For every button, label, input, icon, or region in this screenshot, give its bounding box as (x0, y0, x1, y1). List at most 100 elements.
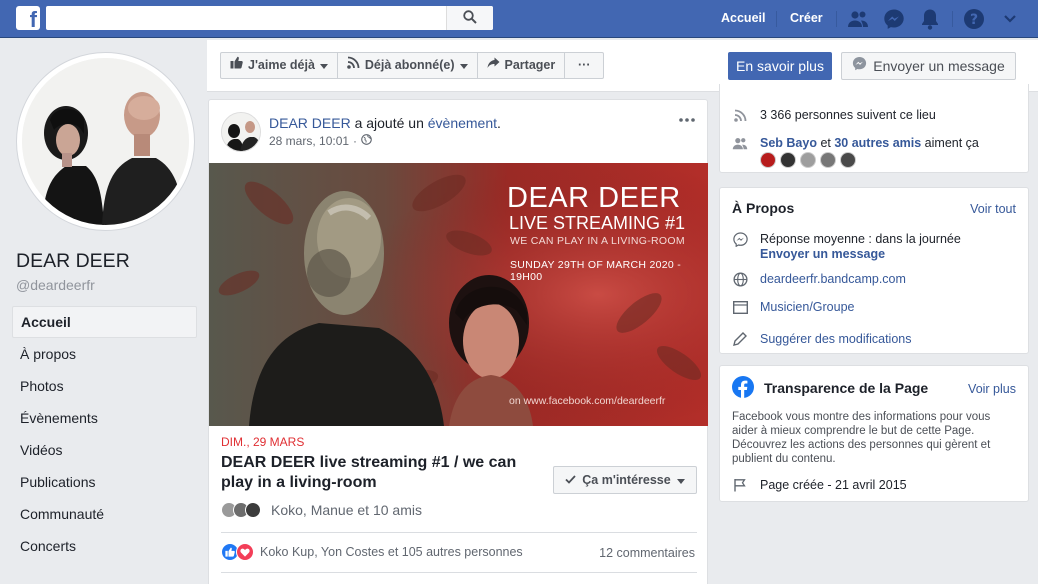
reactions-summary[interactable]: Koko Kup, Yon Costes et 105 autres perso… (221, 543, 523, 561)
search-icon (463, 9, 477, 27)
left-nav-posts[interactable]: Publications (12, 466, 197, 498)
post-options-icon[interactable] (677, 110, 697, 130)
event-cover-image[interactable]: DEAR DEER LIVE STREAMING #1 WE CAN PLAY … (209, 163, 708, 426)
top-navigation-bar: f Accueil Créer ? (0, 0, 1038, 38)
globe-icon[interactable] (361, 134, 372, 148)
messenger-icon (732, 231, 748, 247)
friends-interested-text: Koko, Manue et 10 amis (271, 502, 422, 518)
post-action-suffix: . (497, 115, 501, 131)
left-nav-about[interactable]: À propos (12, 338, 197, 370)
friend-avatar[interactable] (840, 152, 856, 168)
svg-text:?: ? (970, 12, 978, 28)
banner-date: SUNDAY 29TH OF MARCH 2020 - 19H00 (510, 259, 682, 283)
category-row: Musicien/Groupe (732, 299, 855, 315)
follow-page-button[interactable]: Déjà abonné(e) (338, 53, 478, 78)
nav-separator (952, 11, 953, 27)
reactions-text: Koko Kup, Yon Costes et 105 autres perso… (260, 545, 523, 559)
post-action-text: a ajouté un (350, 115, 428, 131)
transparency-see-more-link[interactable]: Voir plus (968, 382, 1016, 396)
website-link[interactable]: deardeerfr.bandcamp.com (760, 272, 906, 286)
left-nav-videos[interactable]: Vidéos (12, 434, 197, 466)
profile-picture[interactable] (16, 52, 195, 231)
post-divider (221, 572, 697, 573)
follow-page-label: Déjà abonné(e) (364, 58, 455, 72)
facebook-logo[interactable]: f (16, 6, 40, 30)
page-username[interactable]: @deardeerfr (16, 277, 95, 293)
search-box (46, 6, 493, 30)
learn-more-button[interactable]: En savoir plus (728, 52, 832, 80)
page-name[interactable]: DEAR DEER (16, 250, 130, 273)
messenger-icon (852, 53, 867, 79)
search-input[interactable] (46, 6, 451, 30)
category-tag-icon (732, 299, 748, 315)
friend-avatar[interactable] (800, 152, 816, 168)
interested-label: Ça m'intéresse (582, 473, 671, 487)
help-icon[interactable]: ? (962, 7, 986, 31)
nav-home-link[interactable]: Accueil (721, 0, 765, 38)
left-nav-photos[interactable]: Photos (12, 370, 197, 402)
response-time-text: Réponse moyenne : dans la journée (760, 232, 961, 246)
friend-avatar[interactable] (820, 152, 836, 168)
category-link[interactable]: Musicien/Groupe (760, 300, 855, 314)
friend-avatar[interactable] (780, 152, 796, 168)
about-see-all-link[interactable]: Voir tout (970, 202, 1016, 216)
pencil-icon (732, 331, 748, 347)
event-title[interactable]: DEAR DEER live streaming #1 / we can pla… (221, 453, 531, 493)
post-timestamp[interactable]: 28 mars, 10:01 (269, 134, 349, 148)
post-header: DEAR DEER a ajouté un évènement. (269, 115, 501, 131)
nav-separator (836, 11, 837, 27)
likes-suffix-text: aiment ça (921, 136, 979, 150)
banner-url: on www.facebook.com/deardeerfr (509, 395, 666, 407)
banner-subtitle: LIVE STREAMING #1 (509, 213, 686, 233)
send-message-link[interactable]: Envoyer un message (760, 247, 885, 261)
left-nav-concerts[interactable]: Concerts (12, 530, 197, 562)
caret-down-icon (676, 473, 685, 487)
flag-icon (732, 477, 748, 493)
profile-photo (22, 58, 189, 225)
friend-avatar (245, 502, 261, 518)
nav-separator (776, 11, 777, 27)
more-options-button[interactable]: ··· (565, 53, 603, 78)
post-meta: 28 mars, 10:01 · (269, 134, 372, 148)
event-post: DEAR DEER a ajouté un évènement. 28 mars… (208, 99, 708, 584)
share-page-button[interactable]: Partager (478, 53, 566, 78)
response-time-row: Réponse moyenne : dans la journée (732, 231, 961, 247)
post-author-link[interactable]: DEAR DEER (269, 115, 351, 131)
followers-row: 3 366 personnes suivent ce lieu (732, 107, 936, 123)
account-menu-icon[interactable] (998, 7, 1022, 31)
nav-create-link[interactable]: Créer (790, 0, 823, 38)
post-object-link[interactable]: évènement (428, 115, 497, 131)
website-row: deardeerfr.bandcamp.com (732, 271, 906, 287)
banner-tagline: WE CAN PLAY IN A LIVING-ROOM (510, 235, 685, 247)
friend-name-link[interactable]: Seb Bayo (760, 136, 817, 150)
left-nav-home[interactable]: Accueil (12, 306, 197, 338)
post-author-avatar[interactable] (221, 112, 261, 152)
love-reaction-icon (236, 543, 254, 561)
suggest-edits-link[interactable]: Suggérer des modifications (760, 332, 911, 346)
comments-count[interactable]: 12 commentaires (599, 546, 695, 560)
thumbs-up-icon (230, 53, 243, 78)
checkmark-icon (565, 473, 576, 487)
transparency-description: Facebook vous montre des informations po… (732, 411, 991, 465)
share-arrow-icon (487, 53, 500, 78)
send-message-label: Envoyer un message (873, 58, 1005, 74)
friends-icon[interactable] (846, 7, 870, 31)
left-nav-events[interactable]: Évènements (12, 402, 197, 434)
notifications-icon[interactable] (918, 7, 942, 31)
like-page-button[interactable]: J'aime déjà (221, 53, 338, 78)
about-card: À Propos Voir tout Réponse moyenne : dan… (719, 187, 1029, 354)
left-nav-community[interactable]: Communauté (12, 498, 197, 530)
send-message-link-row: Envoyer un message (760, 247, 885, 261)
send-message-button[interactable]: Envoyer un message (841, 52, 1016, 80)
messenger-icon[interactable] (882, 7, 906, 31)
followers-count: 3 366 personnes suivent ce lieu (760, 108, 936, 122)
about-card-title: À Propos (732, 200, 795, 216)
search-button[interactable] (446, 6, 493, 30)
friends-interested[interactable]: Koko, Manue et 10 amis (221, 502, 422, 518)
interested-button[interactable]: Ça m'intéresse (553, 466, 697, 494)
other-friends-link[interactable]: 30 autres amis (834, 136, 921, 150)
friend-avatar[interactable] (760, 152, 776, 168)
caret-down-icon (459, 53, 468, 78)
page-transparency-card: Transparence de la Page Voir plus Facebo… (719, 365, 1029, 502)
rss-icon (347, 53, 360, 78)
